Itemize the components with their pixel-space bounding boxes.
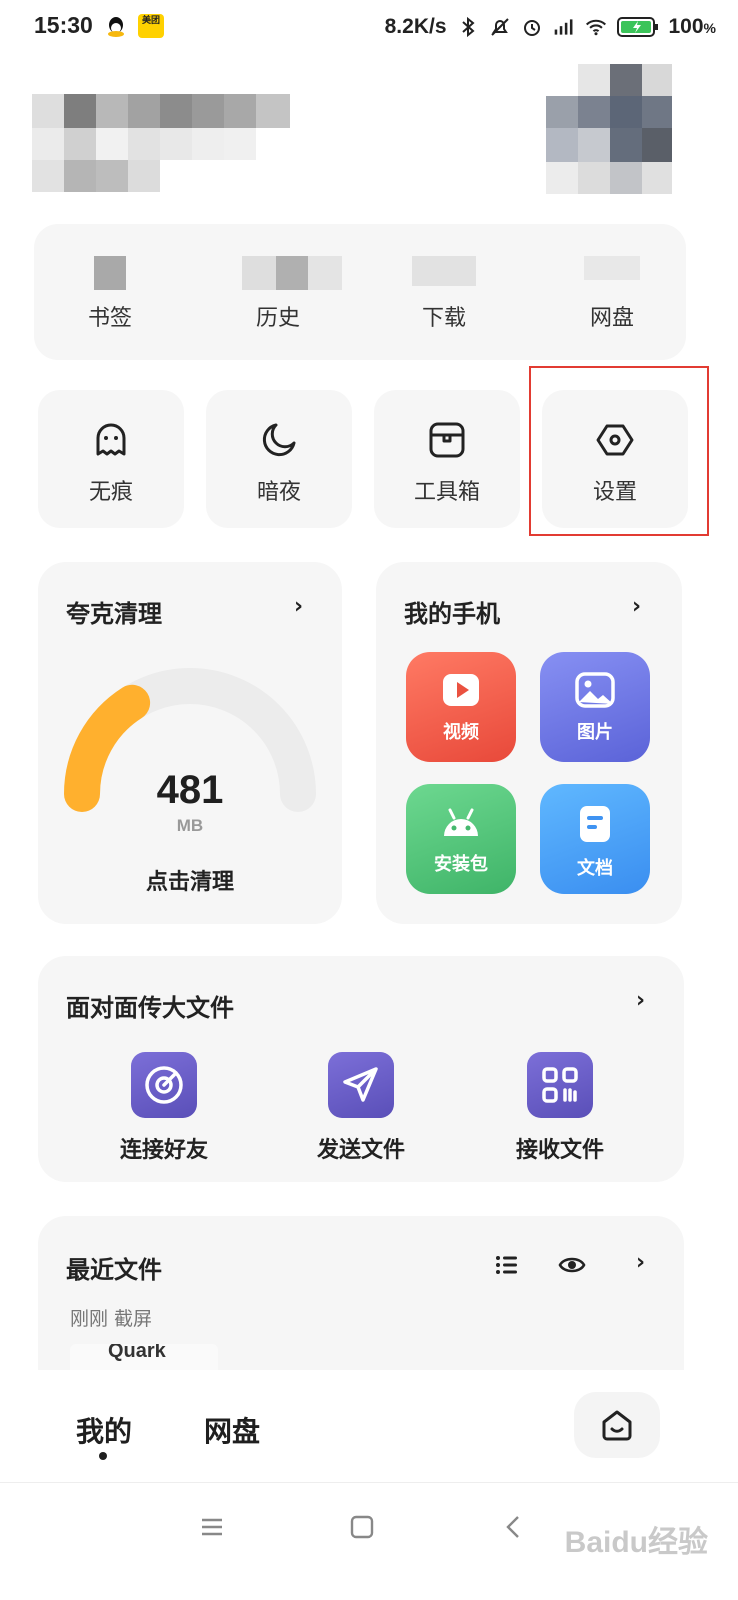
meituan-icon: 美团	[138, 14, 164, 38]
menu-icon[interactable]	[200, 1515, 224, 1539]
toolbox-tile[interactable]: 工具箱	[374, 390, 520, 528]
signal-icon	[554, 19, 572, 35]
status-bar: 15:30 美团 8.2K/s 100%	[0, 0, 738, 54]
moon-icon	[262, 423, 296, 457]
active-tab-indicator	[99, 1452, 107, 1460]
recent-files-title: 最近文件	[66, 1256, 162, 1284]
ghost-icon	[96, 423, 126, 456]
documents-tile[interactable]: 文档	[540, 784, 650, 894]
video-play-icon	[443, 674, 479, 706]
cloud-drive-icon-mosaic	[580, 256, 644, 290]
apk-tile[interactable]: 安装包	[406, 784, 516, 894]
connect-friend-button[interactable]: 连接好友	[84, 1052, 244, 1164]
receive-file-button[interactable]: 接收文件	[480, 1052, 640, 1164]
tab-mine[interactable]: 我的	[76, 1410, 132, 1450]
alarm-icon	[523, 20, 540, 36]
recent-files-chevron-icon[interactable]: ›	[636, 1250, 645, 1275]
pictures-label: 图片	[577, 722, 613, 743]
clean-size-value: 481	[156, 768, 224, 812]
history-icon-mosaic	[242, 256, 342, 290]
quick-cloud-drive-label: 网盘	[589, 306, 634, 331]
incognito-tile[interactable]: 无痕	[38, 390, 184, 528]
avatar-mosaic[interactable]	[546, 64, 672, 194]
clean-card-title: 夸克清理	[66, 600, 162, 628]
list-view-icon[interactable]	[494, 1252, 520, 1278]
transfer-card-title: 面对面传大文件	[66, 994, 234, 1022]
eye-icon[interactable]	[558, 1252, 586, 1278]
quick-downloads-label: 下载	[421, 306, 466, 331]
pictures-tile[interactable]: 图片	[540, 652, 650, 762]
connect-friend-label: 连接好友	[119, 1138, 208, 1163]
document-icon	[580, 806, 610, 842]
phone-card-title: 我的手机	[404, 600, 500, 628]
my-phone-card: 我的手机 › 视频 图片 安装包 文档	[376, 562, 682, 924]
night-mode-label: 暗夜	[256, 480, 301, 505]
documents-label: 文档	[577, 858, 613, 879]
download-icon-mosaic	[412, 256, 476, 290]
quick-cloud-drive[interactable]: 网盘	[552, 256, 672, 332]
clean-size-unit: MB	[176, 816, 204, 835]
receive-file-label: 接收文件	[515, 1138, 604, 1163]
video-tile[interactable]: 视频	[406, 652, 516, 762]
toolbox-label: 工具箱	[413, 480, 480, 505]
android-icon	[444, 808, 478, 836]
watermark-logo: Baidu经验	[564, 1526, 708, 1559]
bookmark-icon-mosaic	[78, 256, 142, 290]
back-icon[interactable]	[504, 1515, 524, 1539]
system-navigation-bar: Baidu经验	[0, 1482, 738, 1600]
phone-card-chevron-icon[interactable]: ›	[632, 594, 641, 619]
send-file-label: 发送文件	[316, 1138, 405, 1163]
quark-clean-card[interactable]: 夸克清理 › 481 MB 点击清理	[38, 562, 342, 924]
incognito-label: 无痕	[88, 480, 133, 505]
network-speed: 8.2K/s	[384, 15, 447, 38]
home-square-icon[interactable]	[350, 1515, 374, 1539]
radar-icon	[131, 1052, 197, 1118]
home-icon	[602, 1410, 632, 1441]
toolbox-icon	[429, 422, 465, 458]
quick-history[interactable]: 历史	[218, 256, 342, 332]
mute-bell-icon	[490, 18, 509, 36]
profile-name-mosaic[interactable]	[32, 64, 290, 194]
status-indicators: 8.2K/s 100%	[385, 12, 716, 42]
paper-plane-icon	[328, 1052, 394, 1118]
home-button[interactable]	[574, 1392, 660, 1458]
clean-action-button[interactable]: 点击清理	[38, 864, 342, 896]
bottom-tab-bar: 我的 网盘	[0, 1370, 738, 1480]
apk-label: 安装包	[434, 854, 488, 875]
quick-access-bar: 书签 历史 下载 网盘	[34, 224, 686, 360]
quick-bookmarks[interactable]: 书签	[50, 256, 170, 332]
qr-code-icon	[527, 1052, 593, 1118]
quick-downloads[interactable]: 下载	[384, 256, 504, 332]
recent-file-thumb-text: Quark	[108, 1344, 166, 1362]
clean-card-chevron-icon[interactable]: ›	[294, 594, 303, 619]
bluetooth-icon	[461, 16, 475, 38]
night-mode-tile[interactable]: 暗夜	[206, 390, 352, 528]
recent-files-subtitle: 刚刚 截屏	[70, 1308, 153, 1330]
quick-history-label: 历史	[255, 306, 300, 331]
send-file-button[interactable]: 发送文件	[281, 1052, 441, 1164]
tab-cloud-drive[interactable]: 网盘	[204, 1410, 260, 1450]
image-icon	[575, 672, 615, 708]
quick-bookmarks-label: 书签	[87, 306, 132, 331]
clock: 15:30	[34, 12, 93, 38]
qq-icon	[108, 17, 124, 37]
battery-charging-icon	[616, 17, 658, 37]
battery-level: 100%	[668, 15, 717, 38]
video-label: 视频	[443, 722, 479, 743]
face-to-face-transfer-card: 面对面传大文件 › 连接好友 发送文件 接收文件	[38, 956, 684, 1182]
wifi-icon	[585, 19, 606, 36]
settings-highlight-annotation	[529, 366, 709, 536]
transfer-card-chevron-icon[interactable]: ›	[636, 988, 645, 1013]
